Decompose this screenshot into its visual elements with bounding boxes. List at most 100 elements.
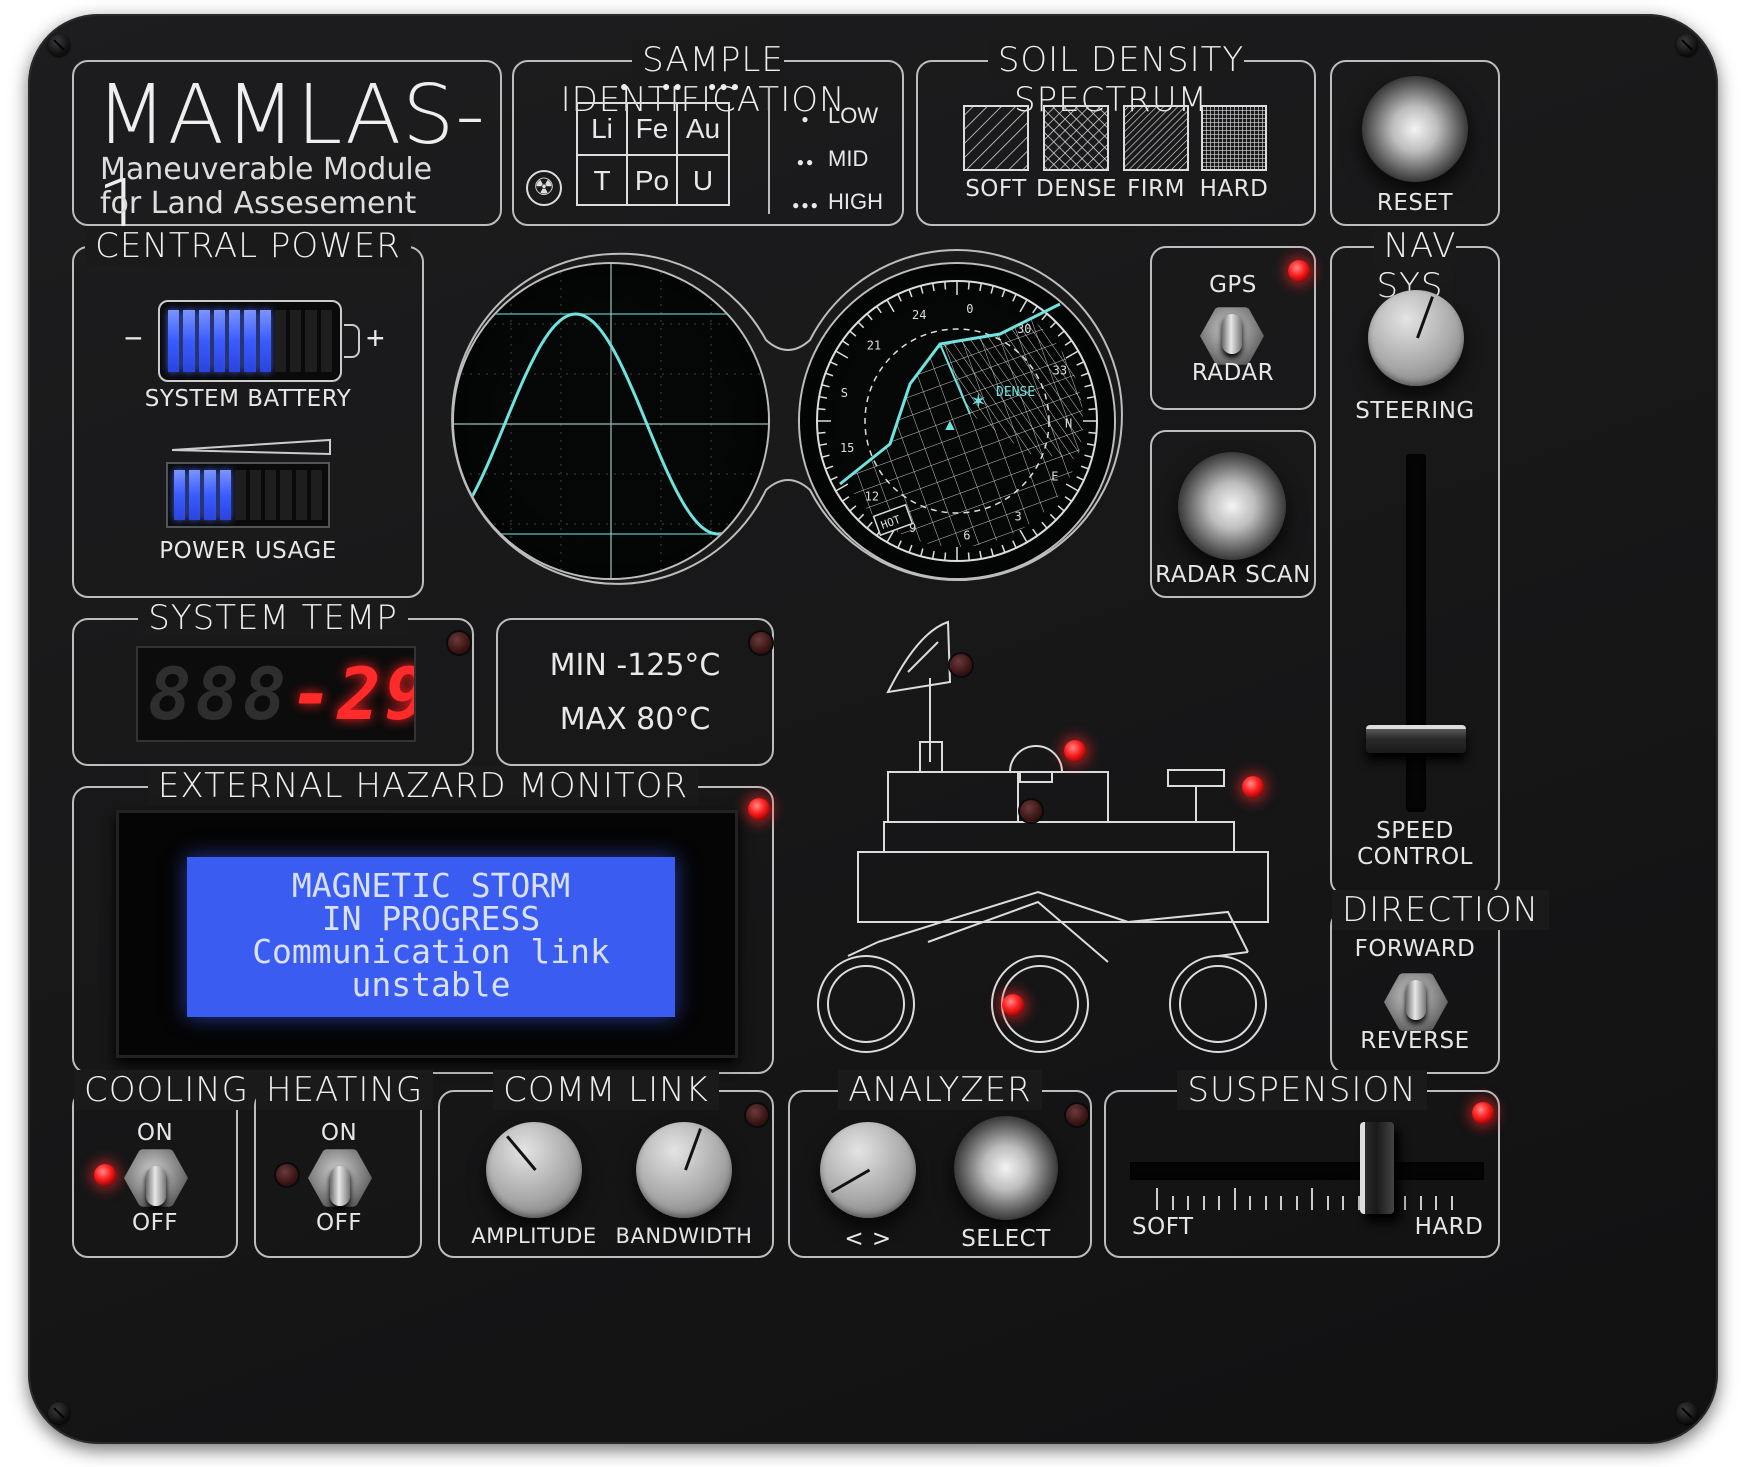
speed-slider-thumb[interactable] <box>1366 724 1466 753</box>
meter-segment <box>198 310 210 372</box>
scale-tick <box>1264 1196 1267 1210</box>
radar-bearing-label: 12 <box>865 489 879 503</box>
radar-bearing-label: E <box>1051 469 1058 483</box>
reset-button[interactable] <box>1362 76 1468 182</box>
comm-link-title: COMM LINK <box>493 1070 719 1110</box>
level-legend: ● LOW ●● MID ●●● HIGH <box>792 103 883 214</box>
sample-identification-panel: SAMPLE IDENTIFICATION ● ●● ●●● ☢ Li Fe Au … <box>512 40 904 226</box>
forward-label: FORWARD <box>1354 936 1476 962</box>
temp-value: -29C <box>290 652 414 736</box>
analyzer-select-knob[interactable] <box>820 1122 916 1218</box>
bandwidth-label: BANDWIDTH <box>615 1224 753 1248</box>
meter-segment <box>229 310 241 372</box>
cooling-panel: COOLING ON OFF <box>72 1070 260 1258</box>
amplitude-label: AMPLITUDE <box>471 1224 597 1248</box>
soil-label-soft: SOFT <box>965 176 1027 202</box>
soil-label-dense: DENSE <box>1036 176 1118 202</box>
scale-tick <box>1435 1196 1437 1210</box>
scale-tick <box>1280 1196 1282 1210</box>
analyzer-panel: ANALYZER < > SELECT <box>788 1070 1092 1258</box>
bandwidth-knob[interactable] <box>636 1122 732 1218</box>
temp-min: MIN -125°C <box>549 648 721 683</box>
swatch-hard <box>1201 105 1267 171</box>
speed-label: SPEED <box>1376 818 1454 844</box>
oscilloscope-trace <box>454 264 768 578</box>
hazard-line-4: unstable <box>351 965 511 1004</box>
meter-segment <box>305 310 317 372</box>
meter-segment <box>320 310 332 372</box>
amplitude-knob[interactable] <box>486 1122 582 1218</box>
element-t: T <box>578 156 628 206</box>
radar-bearing-label: 24 <box>912 308 926 322</box>
radar-bearing-label: 33 <box>1053 363 1067 377</box>
suspension-hard-label: HARD <box>1414 1214 1484 1240</box>
element-po: Po <box>628 156 678 206</box>
hazard-led <box>748 798 770 820</box>
heating-toggle[interactable] <box>308 1146 372 1210</box>
battery-minus-icon: − <box>124 320 143 356</box>
scale-tick <box>1156 1188 1158 1210</box>
temp-ghost-digits: 888 <box>148 652 291 736</box>
cooling-toggle[interactable] <box>124 1146 188 1210</box>
select-label: SELECT <box>961 1226 1051 1252</box>
steering-knob[interactable] <box>1368 290 1464 386</box>
gps-label: GPS <box>1209 272 1257 298</box>
meter-segment <box>174 470 186 520</box>
swatch-soft <box>963 105 1029 171</box>
temp-led <box>448 632 470 654</box>
radiation-icon: ☢ <box>526 170 562 206</box>
radar-cursor-icon: ✶ <box>970 391 987 413</box>
steering-label: STEERING <box>1355 398 1475 424</box>
comm-led <box>746 1104 768 1126</box>
radar-bearing-label: 3 <box>1014 510 1021 524</box>
system-temp-title: SYSTEM TEMP <box>138 598 408 638</box>
rover-head-led <box>1064 740 1086 762</box>
rover-body-led <box>1020 800 1042 822</box>
soil-label-hard: HARD <box>1199 176 1269 202</box>
element-li: Li <box>578 104 628 156</box>
radar-bearing-label: 9 <box>909 521 916 535</box>
radar-mode-label: RADAR <box>1191 360 1275 386</box>
radar-bearing-label: 6 <box>963 528 970 542</box>
meter-segment <box>265 470 277 520</box>
scale-tick <box>1187 1196 1189 1210</box>
radar-scan-button[interactable] <box>1178 452 1286 560</box>
lcd-screen: MAGNETIC STORM IN PROGRESS Communication… <box>187 857 675 1017</box>
temp-display: 888-29C <box>136 646 416 742</box>
scale-tick <box>1419 1196 1422 1210</box>
usage-wedge-icon <box>172 438 331 456</box>
cooling-on-label: ON <box>136 1120 174 1146</box>
meter-segment <box>219 470 231 520</box>
scale-tick <box>1450 1196 1453 1210</box>
nav-sys-panel: NAV SYS STEERING SPEED CONTROL <box>1330 226 1500 896</box>
lcd-bezel: MAGNETIC STORM IN PROGRESS Communication… <box>116 810 738 1058</box>
radar-bearing-label: 0 <box>966 302 973 316</box>
suspension-scale <box>1156 1188 1456 1210</box>
scale-tick <box>1202 1196 1205 1210</box>
speed-slider-track[interactable] <box>1406 454 1426 812</box>
analyzer-select-button[interactable] <box>954 1116 1058 1220</box>
meter-segment <box>183 310 195 372</box>
suspension-led <box>1472 1102 1494 1124</box>
antenna-dish-icon <box>886 620 952 694</box>
rover-position-icon: ▲ <box>942 417 958 434</box>
temp-range-panel: MIN -125°C MAX 80°C <box>496 618 774 766</box>
power-usage-meter <box>166 462 330 528</box>
meter-segment <box>259 310 271 372</box>
gps-radar-toggle[interactable] <box>1200 304 1264 368</box>
cooling-off-label: OFF <box>131 1210 179 1236</box>
hazard-line-1: MAGNETIC STORM <box>291 866 571 905</box>
reverse-label: REVERSE <box>1360 1028 1470 1054</box>
screw-icon <box>1676 1402 1698 1424</box>
suspension-track[interactable] <box>1130 1162 1484 1180</box>
scale-tick <box>1311 1188 1313 1210</box>
direction-panel: DIRECTION FORWARD REVERSE <box>1330 890 1550 1074</box>
scale-tick <box>1249 1196 1251 1210</box>
rover-camera-led <box>1242 776 1264 798</box>
direction-toggle[interactable] <box>1384 970 1448 1034</box>
scale-tick <box>1326 1196 1329 1210</box>
hazard-line-2: IN PROGRESS <box>321 899 541 938</box>
hazard-monitor-panel: EXTERNAL HAZARD MONITOR MAGNETIC STORM I… <box>72 766 774 1074</box>
radar-scan-label: RADAR SCAN <box>1155 562 1311 588</box>
suspension-slider-thumb[interactable] <box>1360 1122 1395 1214</box>
